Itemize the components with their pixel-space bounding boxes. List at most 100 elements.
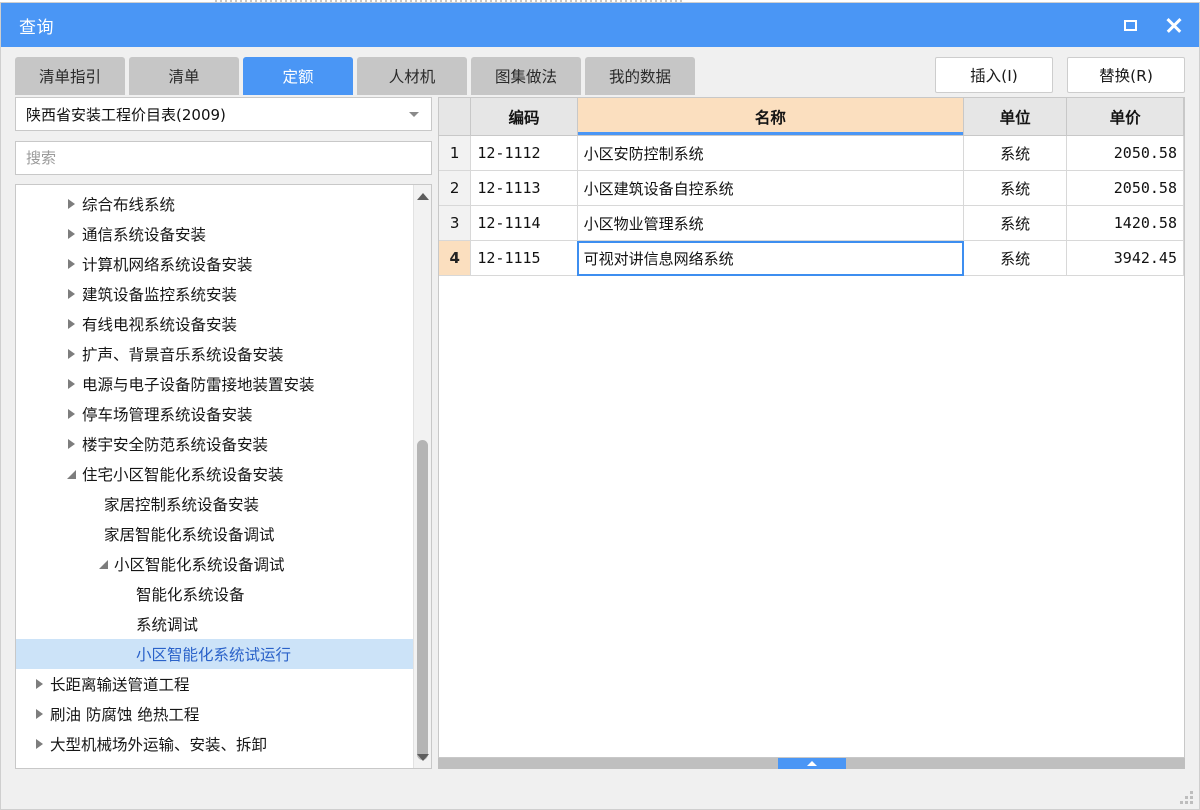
tree-item[interactable]: 家居控制系统设备安装 <box>16 489 413 519</box>
table-row[interactable]: 2 12-1113 小区建筑设备自控系统 系统 2050.58 <box>439 170 1184 206</box>
expander-collapsed-icon[interactable] <box>60 439 82 449</box>
close-icon <box>1166 17 1182 33</box>
tab-rencaiji[interactable]: 人材机 <box>357 57 467 95</box>
table-row[interactable]: 3 12-1114 小区物业管理系统 系统 1420.58 <box>439 205 1184 241</box>
expander-collapsed-icon[interactable] <box>60 289 82 299</box>
tree-item[interactable]: 电源与电子设备防雷接地装置安装 <box>16 369 413 399</box>
row-number: 3 <box>439 205 472 241</box>
column-header-unit[interactable]: 单位 <box>963 98 1068 136</box>
tree-item[interactable]: 楼宇安全防范系统设备安装 <box>16 429 413 459</box>
scroll-up-arrow-icon[interactable] <box>414 187 431 205</box>
tree-item[interactable]: 通信系统设备安装 <box>16 219 413 249</box>
tree-item-label: 小区智能化系统设备调试 <box>114 556 285 574</box>
expander-collapsed-icon[interactable] <box>60 229 82 239</box>
tree-item[interactable]: 扩声、背景音乐系统设备安装 <box>16 339 413 369</box>
tree-item-label: 大型机械场外运输、安装、拆卸 <box>50 736 268 754</box>
cell-code[interactable]: 12-1113 <box>470 170 578 206</box>
table-row[interactable]: 1 12-1112 小区安防控制系统 系统 2050.58 <box>439 135 1184 171</box>
expander-collapsed-icon[interactable] <box>60 349 82 359</box>
cell-unit[interactable]: 系统 <box>963 135 1068 171</box>
tab-label: 图集做法 <box>494 68 557 86</box>
catalog-select-value: 陕西省安装工程价目表(2009) <box>26 105 226 124</box>
scroll-down-arrow-icon[interactable] <box>414 748 431 766</box>
tree-item[interactable]: 刷油 防腐蚀 绝热工程 <box>16 699 413 729</box>
tab-wodeshuju[interactable]: 我的数据 <box>585 57 695 95</box>
tree-item[interactable]: 住宅小区智能化系统设备安装 <box>16 459 413 489</box>
tree-item[interactable]: 建筑设备监控系统安装 <box>16 279 413 309</box>
expander-collapsed-icon[interactable] <box>60 199 82 209</box>
tree-item[interactable]: 计算机网络系统设备安装 <box>16 249 413 279</box>
expander-collapsed-icon[interactable] <box>28 739 50 749</box>
tree-item-label: 系统调试 <box>136 616 199 634</box>
cell-price[interactable]: 2050.58 <box>1066 135 1184 171</box>
tab-qingdan[interactable]: 清单 <box>129 57 239 95</box>
cell-price[interactable]: 1420.58 <box>1066 205 1184 241</box>
cell-code[interactable]: 12-1115 <box>470 240 578 276</box>
cell-name-active[interactable]: 可视对讲信息网络系统 <box>577 240 965 276</box>
expander-expanded-icon[interactable] <box>92 559 114 569</box>
replace-button[interactable]: 替换(R) <box>1067 57 1185 93</box>
table-row-selected[interactable]: 4 12-1115 可视对讲信息网络系统 系统 3942.45 <box>439 240 1184 276</box>
column-header-code[interactable]: 编码 <box>470 98 578 136</box>
cell-unit[interactable]: 系统 <box>963 205 1068 241</box>
tab-label: 清单指引 <box>38 68 101 86</box>
tree-item[interactable]: 停车场管理系统设备安装 <box>16 399 413 429</box>
tree-item-label: 电源与电子设备防雷接地装置安装 <box>82 376 315 394</box>
tab-tujizuofa[interactable]: 图集做法 <box>471 57 581 95</box>
expander-expanded-icon[interactable] <box>60 469 82 479</box>
insert-button[interactable]: 插入(I) <box>935 57 1053 93</box>
scrollbar-thumb[interactable] <box>417 440 428 760</box>
right-pane: 编码 名称 单位 单价 1 12-1112 小区安防控制系统 系统 2050.5 <box>438 95 1185 779</box>
expander-collapsed-icon[interactable] <box>60 379 82 389</box>
cell-price[interactable]: 2050.58 <box>1066 170 1184 206</box>
tab-strip: 清单指引 清单 定额 人材机 图集做法 我的数据 插入(I) 替换(R) <box>1 47 1199 95</box>
expander-collapsed-icon[interactable] <box>28 679 50 689</box>
tree-item-label: 住宅小区智能化系统设备安装 <box>82 466 284 484</box>
search-box[interactable] <box>15 141 432 175</box>
tree-item-label: 建筑设备监控系统安装 <box>82 286 238 304</box>
tree-item[interactable]: 综合布线系统 <box>16 189 413 219</box>
tree-vertical-scrollbar[interactable] <box>413 185 431 768</box>
column-header-price[interactable]: 单价 <box>1066 98 1184 136</box>
expander-collapsed-icon[interactable] <box>60 319 82 329</box>
tree-item-label: 家居控制系统设备安装 <box>104 496 260 514</box>
search-input[interactable] <box>16 149 431 167</box>
cell-price[interactable]: 3942.45 <box>1066 240 1184 276</box>
tree-item[interactable]: 长距离输送管道工程 <box>16 669 413 699</box>
bottom-splitter[interactable] <box>438 758 1185 769</box>
resize-grip[interactable] <box>1179 790 1193 804</box>
maximize-button[interactable] <box>1119 14 1141 36</box>
tree-item[interactable]: 有线电视系统设备安装 <box>16 309 413 339</box>
expander-collapsed-icon[interactable] <box>60 409 82 419</box>
tree-item-label: 刷油 防腐蚀 绝热工程 <box>50 706 200 724</box>
results-grid: 编码 名称 单位 单价 1 12-1112 小区安防控制系统 系统 2050.5 <box>439 98 1184 276</box>
cell-code[interactable]: 12-1114 <box>470 205 578 241</box>
cell-name[interactable]: 小区物业管理系统 <box>577 205 965 241</box>
cell-unit[interactable]: 系统 <box>963 170 1068 206</box>
tree-item-selected[interactable]: 小区智能化系统试运行 <box>16 639 413 669</box>
cell-name[interactable]: 小区安防控制系统 <box>577 135 965 171</box>
column-header-rownum[interactable] <box>439 98 472 136</box>
tab-dinge[interactable]: 定额 <box>243 57 353 95</box>
tab-qingdanzhiyin[interactable]: 清单指引 <box>15 57 125 95</box>
column-header-name[interactable]: 名称 <box>577 98 965 136</box>
tab-list: 清单指引 清单 定额 人材机 图集做法 我的数据 <box>15 55 695 95</box>
expander-collapsed-icon[interactable] <box>28 709 50 719</box>
tree-item[interactable]: 小区智能化系统设备调试 <box>16 549 413 579</box>
tree-item[interactable]: 智能化系统设备 <box>16 579 413 609</box>
cell-unit[interactable]: 系统 <box>963 240 1068 276</box>
tree-item[interactable]: 大型机械场外运输、安装、拆卸 <box>16 729 413 759</box>
expander-collapsed-icon[interactable] <box>60 259 82 269</box>
tree-item[interactable]: 系统调试 <box>16 609 413 639</box>
tree-item-label: 楼宇安全防范系统设备安装 <box>82 436 269 454</box>
tree-item-label: 智能化系统设备 <box>136 586 245 604</box>
cell-name[interactable]: 小区建筑设备自控系统 <box>577 170 965 206</box>
window-title: 查询 <box>19 17 54 38</box>
close-button[interactable] <box>1163 14 1185 36</box>
catalog-select[interactable]: 陕西省安装工程价目表(2009) <box>15 97 432 131</box>
chevron-down-icon <box>409 111 419 117</box>
tree-item[interactable]: 家居智能化系统设备调试 <box>16 519 413 549</box>
splitter-expand-handle[interactable] <box>777 758 846 769</box>
cell-code[interactable]: 12-1112 <box>470 135 578 171</box>
category-tree-panel: 综合布线系统 通信系统设备安装 计算机网络系统设备安装 建筑设备监控系统安装 有… <box>15 184 432 769</box>
